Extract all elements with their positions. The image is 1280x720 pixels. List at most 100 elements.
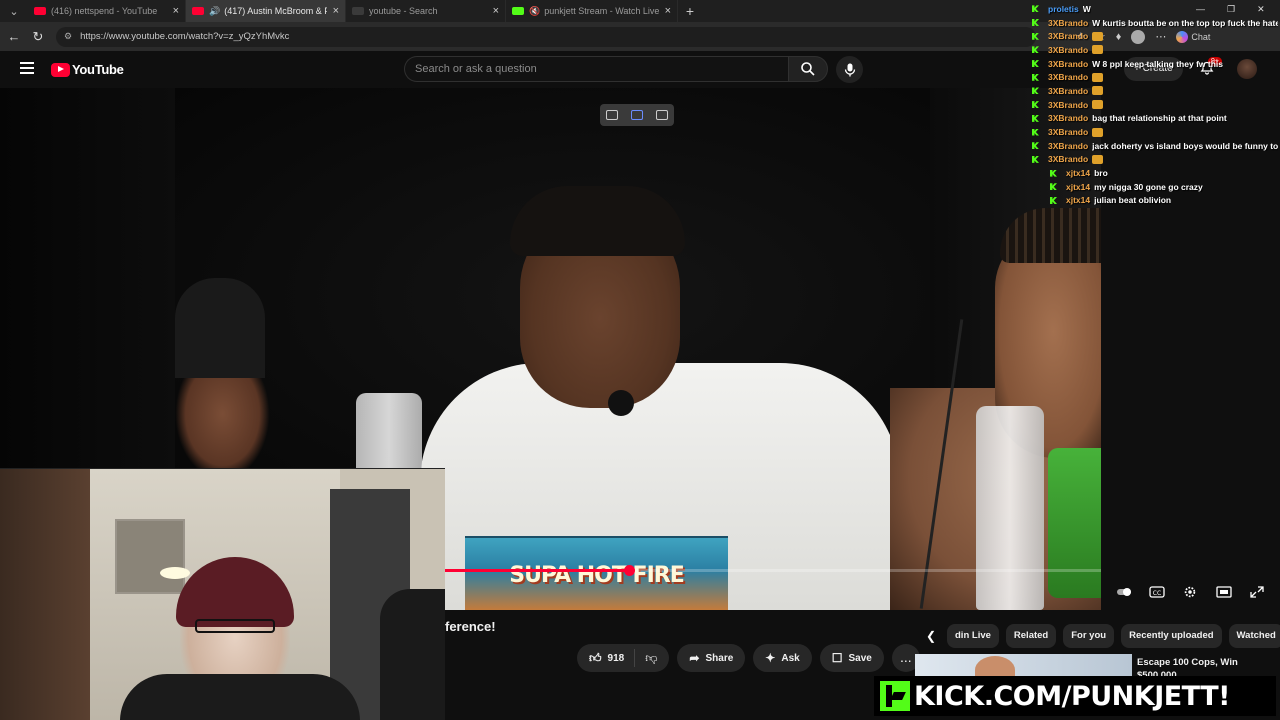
hamburger-menu-icon[interactable] bbox=[20, 62, 34, 74]
site-info-icon[interactable]: ⚙ bbox=[64, 31, 72, 42]
picture-in-picture-icon[interactable] bbox=[606, 110, 619, 120]
reload-icon[interactable]: ↻ bbox=[26, 29, 50, 45]
like-button[interactable]: 👍︎ 918 bbox=[577, 649, 636, 667]
kick-badge-icon bbox=[1032, 101, 1039, 109]
search-button[interactable] bbox=[788, 56, 828, 82]
chat-message-text: W bbox=[1082, 3, 1091, 14]
chat-message: 3XBrando bbox=[1032, 43, 1278, 57]
kick-badge-icon bbox=[1050, 196, 1057, 204]
chat-username[interactable]: 3XBrando bbox=[1048, 86, 1088, 96]
chat-username[interactable]: 3XBrando bbox=[1048, 31, 1088, 41]
chip[interactable]: For you bbox=[1063, 624, 1115, 648]
settings-gear-icon[interactable] bbox=[1182, 585, 1198, 599]
browser-tab[interactable]: youtube - Search × bbox=[346, 0, 506, 22]
tab-title: punkjett Stream - Watch Live bbox=[544, 6, 659, 16]
video-title: ference! bbox=[445, 619, 496, 634]
captions-icon[interactable]: CC bbox=[1149, 585, 1165, 599]
theater-mode-icon[interactable] bbox=[1216, 585, 1232, 599]
kick-badge-icon bbox=[1050, 183, 1057, 191]
screen-capture-icon[interactable] bbox=[630, 110, 643, 120]
chat-username[interactable]: 3XBrando bbox=[1048, 141, 1088, 151]
streamer-glasses bbox=[195, 619, 275, 633]
chevron-left-icon[interactable]: ❮ bbox=[922, 629, 940, 643]
chat-message-text: W kurtis boutta be on the top top fuck t… bbox=[1092, 17, 1278, 28]
chat-username[interactable]: 3XBrando bbox=[1048, 72, 1088, 82]
chat-message-text: bag that relationship at that point bbox=[1092, 113, 1227, 124]
back-arrow-icon[interactable]: ← bbox=[2, 29, 26, 44]
close-tab-icon[interactable]: × bbox=[665, 5, 671, 17]
search-input[interactable]: Search or ask a question bbox=[404, 56, 788, 82]
tab-title: (417) Austin McBroom & FaZe bbox=[224, 6, 326, 16]
kick-badge-icon bbox=[1032, 87, 1039, 95]
chat-username[interactable]: 3XBrando bbox=[1048, 127, 1088, 137]
chat-username[interactable]: 3XBrando bbox=[1048, 59, 1088, 69]
autoplay-toggle-icon[interactable] bbox=[1116, 585, 1132, 599]
chip[interactable]: din Live bbox=[947, 624, 999, 648]
chat-username[interactable]: 3XBrando bbox=[1048, 154, 1088, 164]
microphone-center bbox=[608, 390, 634, 416]
webcam-shelf bbox=[0, 469, 90, 720]
chat-emote-icon bbox=[1092, 31, 1104, 41]
progress-scrubber[interactable] bbox=[623, 565, 635, 576]
chip[interactable]: Related bbox=[1005, 624, 1057, 648]
like-dislike-group: 👍︎ 918 👎︎ bbox=[577, 644, 670, 672]
chat-username[interactable]: 3XBrando bbox=[1048, 113, 1088, 123]
kick-overlay: KICK.COM/PUNKJETT! bbox=[874, 676, 1276, 716]
chat-username[interactable]: 3XBrando bbox=[1048, 18, 1088, 28]
notes-icon[interactable] bbox=[655, 110, 668, 120]
kick-badge-icon bbox=[1032, 46, 1039, 54]
chat-message: 3XBrando bbox=[1032, 70, 1278, 84]
live-chat-overlay: proletis W 3XBrando W kurtis boutta be on t… bbox=[1032, 2, 1278, 212]
muted-icon[interactable]: 🔇 bbox=[529, 6, 540, 17]
close-tab-icon[interactable]: × bbox=[493, 5, 499, 17]
youtube-logo[interactable]: YouTube bbox=[51, 62, 124, 77]
ask-label: Ask bbox=[781, 652, 800, 664]
fullscreen-icon[interactable] bbox=[1249, 585, 1265, 599]
browser-tab[interactable]: (416) nettspend - YouTube × bbox=[28, 0, 186, 22]
chip[interactable]: Recently uploaded bbox=[1121, 624, 1222, 648]
close-tab-icon[interactable]: × bbox=[333, 5, 339, 17]
browser-tab-active[interactable]: 🔊 (417) Austin McBroom & FaZe × bbox=[186, 0, 346, 22]
close-tab-icon[interactable]: × bbox=[173, 5, 179, 17]
chat-message: xjtx14 julian beat oblivion bbox=[1032, 194, 1278, 208]
chat-emote-icon bbox=[1092, 72, 1104, 82]
chat-emote-icon bbox=[1092, 45, 1104, 55]
browser-tab[interactable]: 🔇 punkjett Stream - Watch Live × bbox=[506, 0, 678, 22]
tab-title: (416) nettspend - YouTube bbox=[51, 6, 158, 16]
chip[interactable]: Watched bbox=[1228, 624, 1280, 648]
thumbs-down-icon: 👎︎ bbox=[645, 650, 658, 665]
chat-username[interactable]: proletis bbox=[1048, 4, 1079, 14]
chat-username[interactable]: 3XBrando bbox=[1048, 45, 1088, 55]
new-tab-icon[interactable]: + bbox=[678, 3, 702, 19]
kick-badge-icon bbox=[1032, 142, 1039, 150]
youtube-logo-text: YouTube bbox=[72, 62, 124, 77]
chat-username[interactable]: xjtx14 bbox=[1066, 195, 1090, 205]
save-button[interactable]: ☐ Save bbox=[819, 644, 884, 672]
share-button[interactable]: ➦ Share bbox=[677, 644, 746, 672]
ask-button[interactable]: ✦ Ask bbox=[753, 644, 812, 672]
chat-message: xjtx14 bro bbox=[1032, 166, 1278, 180]
chat-message-text: W 8 ppl keep talking they fw this bbox=[1092, 58, 1223, 69]
chat-username[interactable]: 3XBrando bbox=[1048, 100, 1088, 110]
chat-emote-icon bbox=[1092, 86, 1104, 96]
dislike-button[interactable]: 👎︎ bbox=[635, 651, 669, 666]
audio-playing-icon[interactable]: 🔊 bbox=[209, 6, 220, 17]
chat-message-text: my nigga 30 gone go crazy bbox=[1094, 181, 1203, 192]
voice-search-button[interactable] bbox=[836, 56, 863, 83]
webcam-cabinets bbox=[115, 519, 185, 594]
url-field[interactable]: ⚙ https://www.youtube.com/watch?v=z_yQzY… bbox=[56, 26, 1036, 47]
webcam-chair bbox=[380, 589, 445, 720]
streamer-shirt bbox=[120, 674, 360, 720]
chat-message: 3XBrando jack doherty vs island boys woul… bbox=[1032, 139, 1278, 153]
chat-emote-icon bbox=[1092, 127, 1104, 137]
like-count: 918 bbox=[607, 652, 625, 664]
chat-message: 3XBrando bag that relationship at that po… bbox=[1032, 112, 1278, 126]
chat-message: 3XBrando bbox=[1032, 84, 1278, 98]
video-progress-bar[interactable] bbox=[445, 565, 1101, 576]
search-icon bbox=[801, 62, 815, 76]
right-person-belt bbox=[1048, 448, 1101, 598]
microphone-icon bbox=[844, 63, 855, 76]
tab-search-chevron-icon[interactable]: ⌄ bbox=[0, 0, 28, 22]
chat-username[interactable]: xjtx14 bbox=[1066, 168, 1090, 178]
chat-username[interactable]: xjtx14 bbox=[1066, 182, 1090, 192]
